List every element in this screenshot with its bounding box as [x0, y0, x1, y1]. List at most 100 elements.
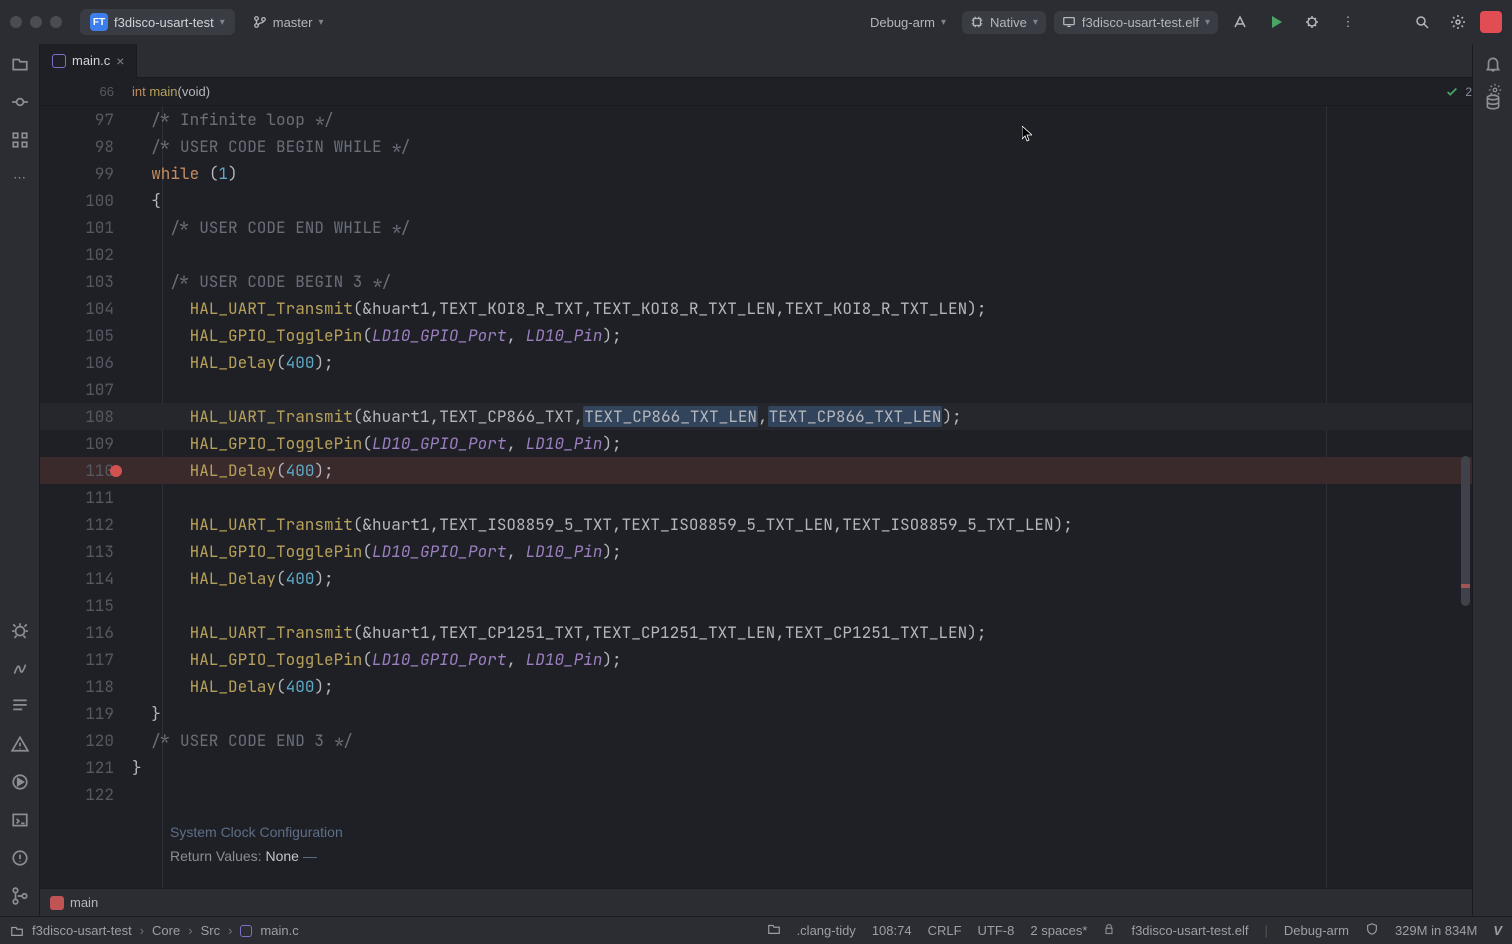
- code-line[interactable]: 120 /* USER CODE END 3 */: [40, 727, 1472, 754]
- status-target[interactable]: f3disco-usart-test.elf: [1131, 923, 1248, 938]
- settings-button[interactable]: [1444, 8, 1472, 36]
- code-line[interactable]: 100 {: [40, 187, 1472, 214]
- line-number[interactable]: 119: [40, 703, 132, 724]
- structure-tool[interactable]: [8, 128, 32, 152]
- code-line[interactable]: 114 HAL_Delay(400);: [40, 565, 1472, 592]
- line-number[interactable]: 114: [40, 568, 132, 589]
- status-caret-pos[interactable]: 108:74: [872, 923, 912, 938]
- line-number[interactable]: 103: [40, 271, 132, 292]
- profiler-tool[interactable]: [8, 656, 32, 680]
- terminal-tool[interactable]: [8, 808, 32, 832]
- status-memory[interactable]: 329M in 834M: [1395, 923, 1477, 938]
- status-indent[interactable]: 2 spaces*: [1030, 923, 1087, 938]
- code-line[interactable]: 116 HAL_UART_Transmit(&huart1,TEXT_CP125…: [40, 619, 1472, 646]
- status-encoding[interactable]: UTF-8: [978, 923, 1015, 938]
- sticky-scroll[interactable]: 66 int main(void) 2: [40, 78, 1472, 106]
- more-tools[interactable]: ⋯: [8, 166, 32, 190]
- messages-tool[interactable]: [8, 694, 32, 718]
- code-line[interactable]: 113 HAL_GPIO_TogglePin(LD10_GPIO_Port, L…: [40, 538, 1472, 565]
- function-crumb[interactable]: main: [40, 888, 1472, 916]
- line-number[interactable]: 120: [40, 730, 132, 751]
- vcs-branch[interactable]: master ▾: [243, 11, 334, 34]
- line-number[interactable]: 117: [40, 649, 132, 670]
- code-line[interactable]: 103 /* USER CODE BEGIN 3 */: [40, 268, 1472, 295]
- code-line[interactable]: 119 }: [40, 700, 1472, 727]
- line-number[interactable]: 113: [40, 541, 132, 562]
- problems-tool[interactable]: [8, 732, 32, 756]
- status-config[interactable]: Debug-arm: [1284, 923, 1349, 938]
- breadcrumb-item[interactable]: main.c: [260, 923, 298, 938]
- debug-button[interactable]: [1298, 8, 1326, 36]
- status-clang[interactable]: .clang-tidy: [797, 923, 856, 938]
- close-icon[interactable]: ×: [116, 53, 124, 69]
- problems-indicator[interactable]: 2: [1445, 85, 1472, 99]
- line-number[interactable]: 116: [40, 622, 132, 643]
- code-line[interactable]: 108 HAL_UART_Transmit(&huart1,TEXT_CP866…: [40, 403, 1472, 430]
- search-button[interactable]: [1408, 8, 1436, 36]
- close-window[interactable]: [10, 16, 22, 28]
- status-line-sep[interactable]: CRLF: [928, 923, 962, 938]
- line-number[interactable]: 110: [40, 460, 132, 481]
- code-line[interactable]: 101 /* USER CODE END WHILE */: [40, 214, 1472, 241]
- run-tool[interactable]: [8, 770, 32, 794]
- code-line[interactable]: 117 HAL_GPIO_TogglePin(LD10_GPIO_Port, L…: [40, 646, 1472, 673]
- line-number[interactable]: 104: [40, 298, 132, 319]
- line-number[interactable]: 112: [40, 514, 132, 535]
- zoom-window[interactable]: [50, 16, 62, 28]
- code-line[interactable]: 115: [40, 592, 1472, 619]
- app-accent-icon[interactable]: [1480, 11, 1502, 33]
- line-number[interactable]: 122: [40, 784, 132, 805]
- project-selector[interactable]: FT f3disco-usart-test ▾: [80, 9, 235, 35]
- code-line[interactable]: 105 HAL_GPIO_TogglePin(LD10_GPIO_Port, L…: [40, 322, 1472, 349]
- line-number[interactable]: 118: [40, 676, 132, 697]
- line-number[interactable]: 108: [40, 406, 132, 427]
- line-number[interactable]: 102: [40, 244, 132, 265]
- shield-icon[interactable]: [1365, 922, 1379, 939]
- project-tool[interactable]: [8, 52, 32, 76]
- code-line[interactable]: 107: [40, 376, 1472, 403]
- code-line[interactable]: 104 HAL_UART_Transmit(&huart1,TEXT_KOI8_…: [40, 295, 1472, 322]
- commit-tool[interactable]: [8, 90, 32, 114]
- code-line[interactable]: 122: [40, 781, 1472, 808]
- status-folder-icon[interactable]: [767, 922, 781, 939]
- code-line[interactable]: 112 HAL_UART_Transmit(&huart1,TEXT_ISO88…: [40, 511, 1472, 538]
- code-line[interactable]: 97 /* Infinite loop */: [40, 106, 1472, 133]
- breadcrumb-item[interactable]: f3disco-usart-test: [32, 923, 132, 938]
- minimize-window[interactable]: [30, 16, 42, 28]
- line-number[interactable]: 105: [40, 325, 132, 346]
- debug-tool[interactable]: [8, 618, 32, 642]
- line-number[interactable]: 109: [40, 433, 132, 454]
- overview-marker[interactable]: [1461, 584, 1470, 588]
- code-line[interactable]: 109 HAL_GPIO_TogglePin(LD10_GPIO_Port, L…: [40, 430, 1472, 457]
- code-line[interactable]: 111: [40, 484, 1472, 511]
- code-line[interactable]: 118 HAL_Delay(400);: [40, 673, 1472, 700]
- line-number[interactable]: 121: [40, 757, 132, 778]
- breakpoint-icon[interactable]: [110, 465, 122, 477]
- line-number[interactable]: 107: [40, 379, 132, 400]
- code-line[interactable]: 121}: [40, 754, 1472, 781]
- line-number[interactable]: 99: [40, 163, 132, 184]
- editor-viewport[interactable]: 97 /* Infinite loop */98 /* USER CODE BE…: [40, 106, 1472, 888]
- line-number[interactable]: 98: [40, 136, 132, 157]
- breadcrumbs[interactable]: f3disco-usart-test› Core› Src› main.c: [10, 923, 299, 938]
- target-selector[interactable]: Native ▾: [962, 11, 1046, 34]
- notifications-tool[interactable]: [1481, 52, 1505, 76]
- vim-indicator[interactable]: V: [1493, 923, 1502, 938]
- line-number[interactable]: 111: [40, 487, 132, 508]
- line-number[interactable]: 115: [40, 595, 132, 616]
- line-number[interactable]: 97: [40, 109, 132, 130]
- more-button[interactable]: ⋮: [1334, 8, 1362, 36]
- breadcrumb-item[interactable]: Core: [152, 923, 180, 938]
- code-line[interactable]: 106 HAL_Delay(400);: [40, 349, 1472, 376]
- file-tab[interactable]: main.c ×: [40, 44, 137, 78]
- code-line[interactable]: 98 /* USER CODE BEGIN WHILE */: [40, 133, 1472, 160]
- editor-settings[interactable]: [1488, 83, 1502, 100]
- executable-selector[interactable]: f3disco-usart-test.elf ▾: [1054, 11, 1218, 34]
- run-config-selector[interactable]: Debug-arm ▾: [862, 11, 954, 34]
- line-number[interactable]: 106: [40, 352, 132, 373]
- code-line[interactable]: 110 HAL_Delay(400);: [40, 457, 1472, 484]
- line-number[interactable]: 100: [40, 190, 132, 211]
- run-button[interactable]: [1262, 8, 1290, 36]
- event-log-tool[interactable]: [8, 846, 32, 870]
- lock-icon[interactable]: [1103, 923, 1115, 938]
